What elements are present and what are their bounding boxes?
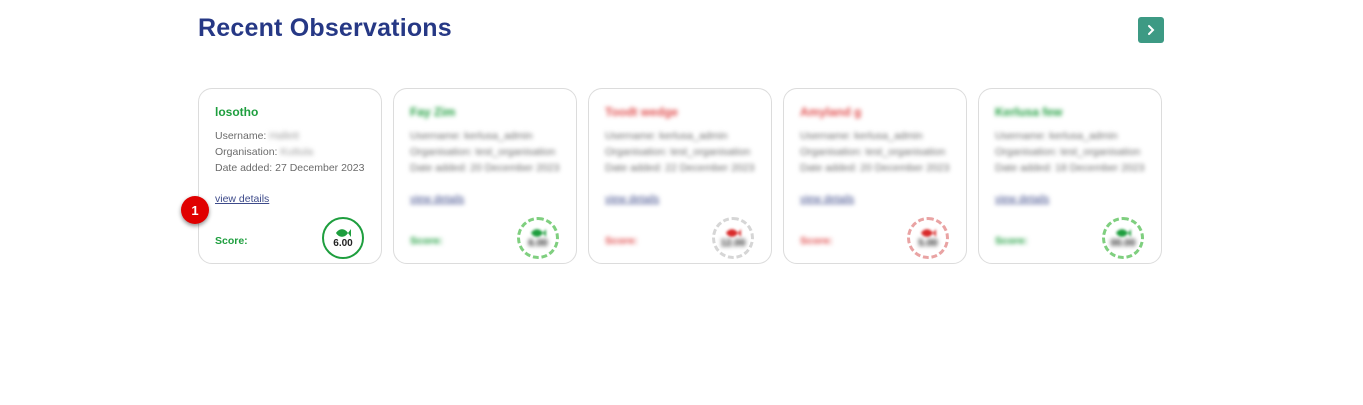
card-meta: Username: kerlusa_admin Organisation: te… (800, 128, 955, 176)
observation-card: Kerlusa few Username: kerlusa_admin Orga… (978, 88, 1162, 264)
username-label: Username: (410, 130, 462, 142)
score-value: 00.00 (1110, 238, 1136, 249)
score-ring: 6.00 (322, 217, 364, 259)
card-meta: Username: kerlusa_admin Organisation: te… (605, 128, 760, 176)
score-label: Score: (800, 235, 833, 247)
username-label: Username: (800, 130, 852, 142)
card-title: Fay Zim (410, 105, 456, 119)
username-value: kerlusa_admin (854, 130, 923, 142)
username-value: kerlusa_admin (1049, 130, 1118, 142)
card-title: Amyland g (800, 105, 862, 119)
observation-card: Toodt wedge Username: kerlusa_admin Orga… (588, 88, 772, 264)
organisation-label: Organisation: (410, 146, 473, 158)
organisation-label: Organisation: (800, 146, 863, 158)
view-details-link[interactable]: view details (605, 193, 659, 205)
date-added: Date added: 27 December 2023 (215, 162, 365, 174)
chevron-right-icon (1148, 25, 1155, 35)
next-button[interactable] (1138, 17, 1164, 43)
username-value: Hallett (269, 130, 300, 142)
view-details-link[interactable]: view details (800, 193, 854, 205)
date-added: Date added: 22 December 2023 (605, 162, 755, 174)
score-value: 5.00 (918, 238, 938, 249)
organisation-value: Kuttula (280, 146, 314, 158)
score-ring: 5.00 (907, 217, 949, 259)
observation-card: losotho Username: Hallett Organisation: … (198, 88, 382, 264)
organisation-value: test_organisation (1060, 146, 1141, 158)
username-label: Username: (995, 130, 1047, 142)
organisation-value: test_organisation (865, 146, 946, 158)
view-details-link[interactable]: view details (410, 193, 464, 205)
observation-card: Amyland g Username: kerlusa_admin Organi… (783, 88, 967, 264)
score-value: 12.00 (720, 238, 746, 249)
card-meta: Username: kerlusa_admin Organisation: te… (410, 128, 565, 176)
card-title: Kerlusa few (995, 105, 1063, 119)
date-added: Date added: 20 December 2023 (410, 162, 560, 174)
date-added: Date added: 20 December 2023 (800, 162, 950, 174)
score-ring: 00.00 (1102, 217, 1144, 259)
card-title: losotho (215, 105, 259, 119)
score-label: Score: (215, 235, 248, 247)
score-value: 6.00 (528, 238, 548, 249)
score-label: Score: (995, 235, 1028, 247)
card-meta: Username: Hallett Organisation: Kuttula … (215, 128, 370, 176)
username-label: Username: (215, 130, 267, 142)
score-label: Score: (410, 235, 443, 247)
organisation-value: test_organisation (475, 146, 556, 158)
organisation-label: Organisation: (605, 146, 668, 158)
organisation-label: Organisation: (995, 146, 1058, 158)
view-details-link[interactable]: view details (995, 193, 1049, 205)
score-label: Score: (605, 235, 638, 247)
annotation-badge: 1 (181, 196, 209, 224)
observation-card: Fay Zim Username: kerlusa_admin Organisa… (393, 88, 577, 264)
score-ring: 12.00 (712, 217, 754, 259)
score-value: 6.00 (333, 238, 353, 249)
username-value: kerlusa_admin (659, 130, 728, 142)
section-title: Recent Observations (198, 14, 452, 42)
organisation-label: Organisation: (215, 146, 278, 158)
username-value: kerlusa_admin (464, 130, 533, 142)
organisation-value: test_organisation (670, 146, 751, 158)
username-label: Username: (605, 130, 657, 142)
card-meta: Username: kerlusa_admin Organisation: te… (995, 128, 1150, 176)
date-added: Date added: 18 December 2023 (995, 162, 1145, 174)
score-ring: 6.00 (517, 217, 559, 259)
view-details-link[interactable]: view details (215, 193, 269, 205)
card-title: Toodt wedge (605, 105, 679, 119)
